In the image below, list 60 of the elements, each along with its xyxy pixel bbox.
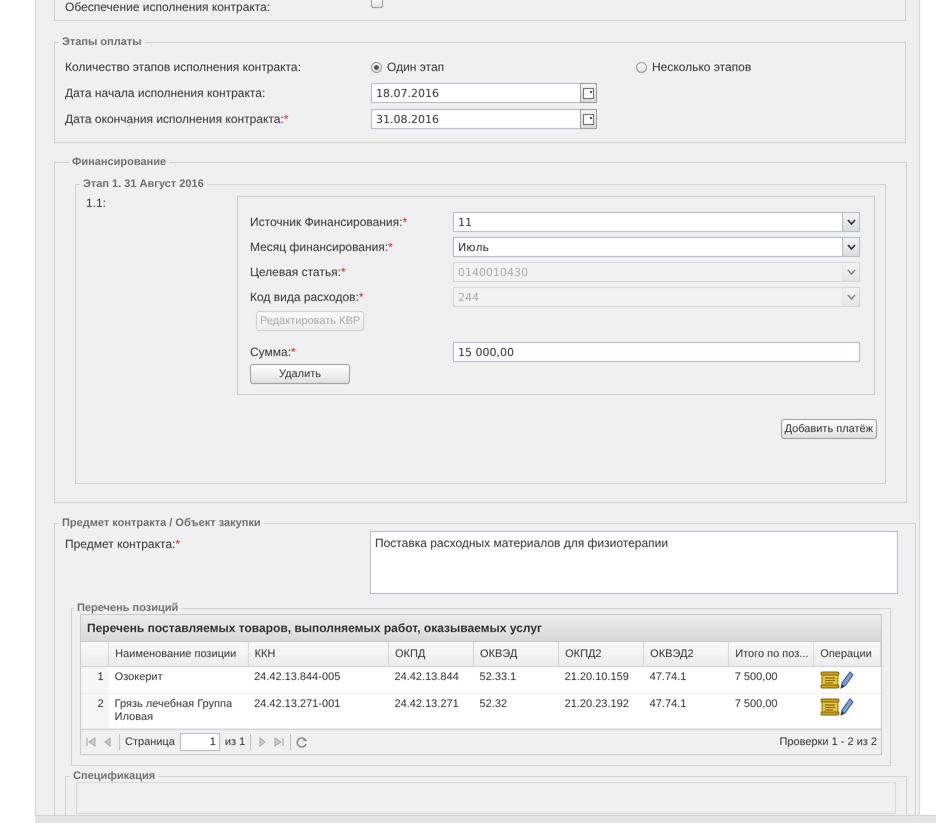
field-label: Месяц финансирования:* (250, 240, 394, 254)
refresh-icon[interactable] (296, 736, 308, 748)
add-payment-button[interactable]: Добавить платёж (780, 419, 877, 439)
select-field[interactable]: Июль (453, 236, 860, 256)
page-input[interactable]: 1 (180, 733, 220, 751)
row-number: 1 (81, 666, 109, 694)
column-header[interactable]: ОКПД2 (558, 642, 644, 666)
date-field[interactable]: 31.08.2016 (371, 109, 597, 129)
pencil-icon[interactable] (840, 671, 854, 689)
date-field[interactable]: 18.07.2016 (371, 83, 597, 103)
section-title: Этапы оплаты (62, 36, 142, 48)
column-header[interactable]: ОКВЭД2 (644, 642, 729, 666)
column-header[interactable]: ККН (248, 642, 388, 666)
page-label: Страница (125, 736, 175, 748)
radio-button[interactable] (371, 62, 382, 72)
dropdown-icon[interactable] (842, 212, 859, 230)
column-header[interactable]: Операции (814, 642, 880, 666)
column-header[interactable]: Итого по поз... (728, 642, 814, 666)
column-header[interactable]: Наименование позиции (108, 642, 248, 666)
field-label: Количество этапов исполнения контракта: (65, 60, 302, 74)
column-header[interactable]: ОКПД (388, 642, 474, 666)
section-title: Спецификация (73, 770, 156, 782)
row-number: 2 (81, 694, 109, 728)
field-label: Дата окончания исполнения контракта:* (65, 112, 290, 126)
section-title: Предмет контракта / Объект закупки (62, 517, 261, 529)
field-label: Источник Финансирования:* (250, 214, 408, 228)
scroll-icon[interactable] (820, 698, 840, 716)
radio-button[interactable] (636, 62, 647, 72)
section-title: Перечень позиций (77, 602, 178, 614)
input-field[interactable]: 15 000,00 (453, 342, 860, 362)
records-summary: Проверки 1 - 2 из 2 (779, 736, 877, 748)
field-label: Обеспечение исполнения контракта: (65, 0, 272, 14)
section-title: Финансирование (72, 156, 166, 168)
field-label: Код вида расходов:* (250, 290, 365, 304)
table-cell: Озокерит (108, 666, 248, 694)
page-count: из 1 (224, 736, 246, 748)
table-cell: 24.42.13.844-005 (248, 666, 388, 694)
delete-button[interactable]: Удалить (250, 364, 350, 384)
table-cell: 21.20.10.159 (558, 666, 644, 694)
select-field[interactable]: 11 (453, 212, 860, 232)
table-cell: 7 500,00 (728, 666, 814, 694)
calendar-icon[interactable] (580, 83, 597, 103)
section-title: Этап 1. 31 Август 2016 (83, 178, 204, 190)
radio-label[interactable]: Несколько этапов (652, 60, 752, 74)
field-label: Сумма:* (250, 344, 297, 358)
stage-number: 1.1: (86, 196, 108, 212)
calendar-icon[interactable] (580, 109, 597, 129)
grid-title: Перечень поставляемых товаров, выполняемых работ, оказываемых услуг (81, 615, 881, 642)
field-label: Целевая статья:* (250, 264, 347, 278)
radio-label[interactable]: Один этап (387, 60, 444, 74)
field-label: Предмет контракта:* (65, 537, 182, 551)
table-cell: 47.74.1 (644, 666, 729, 694)
dropdown-icon[interactable] (842, 238, 859, 256)
scroll-icon[interactable] (820, 671, 840, 689)
text-area[interactable]: Поставка расходных материалов для физиотерапии (370, 531, 898, 594)
table-cell: 24.42.13.844 (388, 666, 474, 694)
column-header[interactable]: ОКВЭД (474, 642, 559, 666)
table-cell: 52.33.1 (474, 666, 559, 694)
pencil-icon[interactable] (840, 698, 854, 716)
field-label: Дата начала исполнения контракта: (65, 86, 266, 100)
